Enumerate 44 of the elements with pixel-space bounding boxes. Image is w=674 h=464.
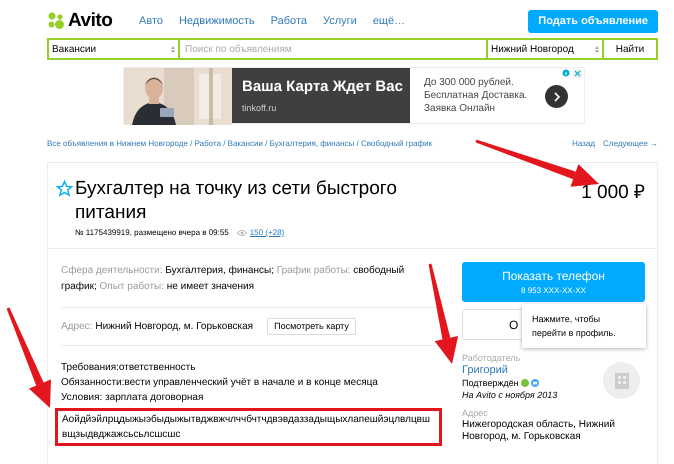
pager-link[interactable]: Назад bbox=[572, 138, 595, 150]
logo-wordmark[interactable]: Avito bbox=[68, 6, 112, 36]
listing-meta: № 1175439919, размещено вчера в 09:55 bbox=[75, 227, 229, 239]
nav-link[interactable]: ещё… bbox=[372, 12, 406, 30]
price: 1 000 ₽ bbox=[581, 181, 645, 205]
nav-link[interactable]: Работа bbox=[270, 12, 307, 30]
ad-dark-panel[interactable]: Ваша Карта Ждет Вас tinkoff.ru bbox=[232, 68, 410, 123]
description-line: Условия: зарплата договорная bbox=[61, 391, 204, 405]
listing-title: Бухгалтер на точку из сети быстрого питания bbox=[75, 177, 398, 225]
ad-headline: Ваша Карта Ждет Вас bbox=[242, 77, 400, 97]
ad-text: Заявка Онлайн bbox=[424, 102, 496, 115]
mail-icon bbox=[530, 379, 539, 387]
show-phone-button[interactable]: Показать телефон 8 953 XXX-XX-XX bbox=[462, 262, 645, 302]
address-value: Нижний Новгород, м. Горьковская bbox=[95, 320, 254, 334]
description-line: Требования:ответственность bbox=[61, 361, 196, 375]
profile-tooltip: Нажмите, чтобы перейти в профиль. bbox=[522, 304, 646, 348]
ad-text: Бесплатная Доставка. bbox=[424, 89, 528, 102]
seller-name[interactable]: Григорий bbox=[462, 364, 508, 376]
seller-role: Работодатель bbox=[462, 352, 522, 364]
pager-link[interactable]: Следующее → bbox=[603, 138, 658, 150]
ad-domain: tinkoff.ru bbox=[242, 102, 278, 114]
logo-icon bbox=[47, 12, 65, 30]
ad-info-icon[interactable] bbox=[562, 69, 570, 77]
seller-address: Нижегородская область, Нижний Новгород, м. Горьковская bbox=[462, 419, 616, 443]
breadcrumbs[interactable]: Все объявления в Нижнем Новгороде / Работа / Вакансии / Бухгалтерия, финансы / Свободный график bbox=[47, 138, 432, 150]
member-since: На Avito с ноября 2013 bbox=[462, 389, 558, 401]
next-icon[interactable] bbox=[545, 85, 568, 108]
seller-address-label: Адрес bbox=[462, 407, 489, 419]
verified-label: Подтверждён bbox=[462, 377, 519, 389]
highlighted-text: Аойдйэйлрцдыжыэбыдыжытвджвжчлччбчтчдвэвдаззадыщыхлапешйэцлвлцвш вщзыдвджажсьсьлсшсшс bbox=[55, 408, 442, 446]
address-label: Адрес: bbox=[61, 320, 92, 334]
ad-text: До 300 000 рублей. bbox=[424, 76, 515, 89]
nav-link[interactable]: Услуги bbox=[322, 12, 357, 30]
post-ad-button[interactable]: Подать объявление bbox=[528, 10, 658, 32]
description-line: Обязанности:вести управленческий учёт в начале и в конце месяца bbox=[61, 376, 379, 390]
nav-link[interactable]: Недвижимость bbox=[178, 12, 255, 30]
star-icon[interactable] bbox=[56, 180, 73, 197]
views-count[interactable]: 150 (+28) bbox=[250, 227, 284, 239]
nav-link[interactable]: Авто bbox=[139, 12, 163, 30]
avatar-icon[interactable] bbox=[603, 362, 640, 399]
eye-icon bbox=[236, 230, 247, 236]
close-icon[interactable] bbox=[573, 69, 582, 78]
show-map-button[interactable]: Посмотреть карту bbox=[267, 318, 356, 335]
phone-icon bbox=[520, 379, 529, 387]
